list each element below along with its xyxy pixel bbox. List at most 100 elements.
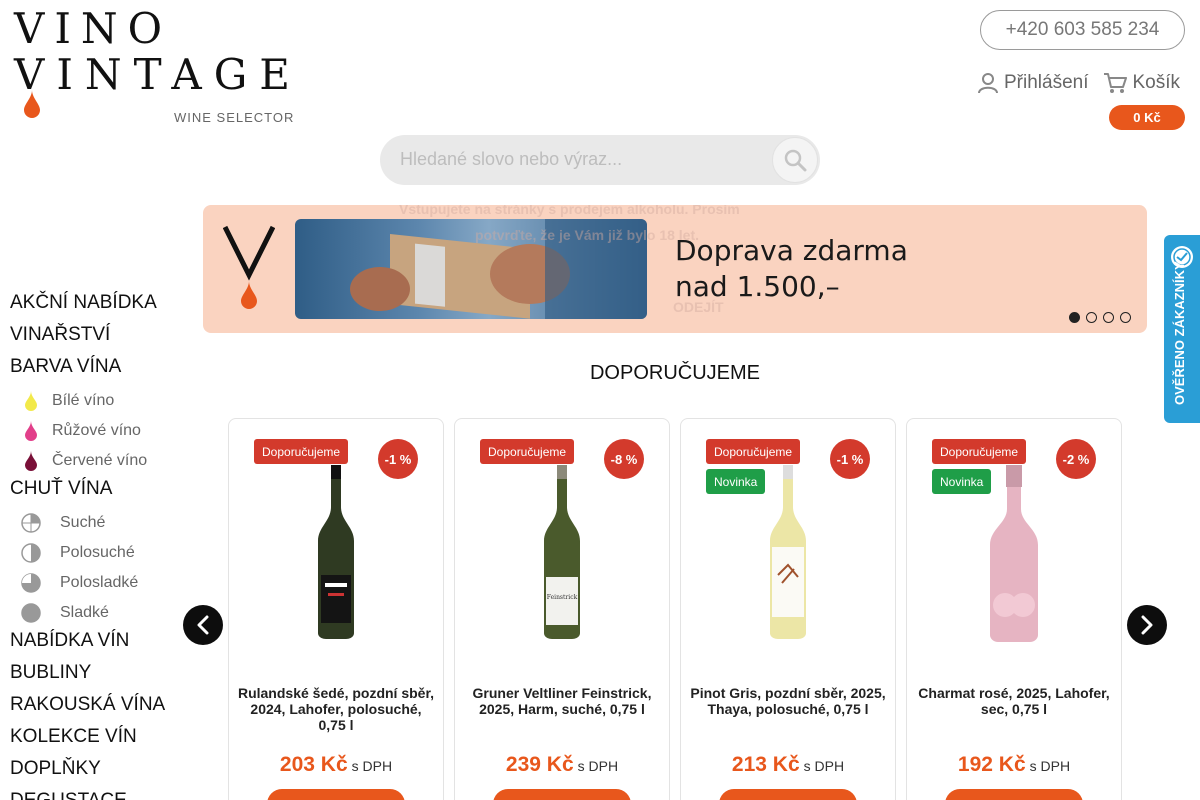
add-to-cart-button[interactable] — [267, 789, 405, 800]
wine-bottle-image[interactable] — [986, 465, 1042, 643]
wine-bottle-image[interactable] — [768, 465, 808, 640]
nav-cervene-vino-label: Červené víno — [52, 452, 148, 469]
phone-number: +420 603 585 234 — [1005, 19, 1160, 40]
banner-logo-icon — [223, 225, 275, 309]
site-logo[interactable]: VINO VINTAGE WINE SELECTOR — [14, 8, 314, 128]
add-to-cart-button[interactable] — [719, 789, 857, 800]
dry-icon — [21, 513, 41, 533]
price-vat: s DPH — [351, 758, 393, 774]
banner-headline: Doprava zdarma nad 1.500,– — [675, 233, 908, 305]
product-price: 192 Kč s DPH — [907, 753, 1121, 777]
nav-bubliny[interactable]: BUBLINY — [10, 660, 190, 692]
carousel-prev-button[interactable] — [183, 605, 223, 645]
age-gate-leave-button[interactable]: ODEJÍT — [673, 299, 724, 315]
banner-dot-3[interactable] — [1103, 312, 1114, 323]
price-vat: s DPH — [1029, 758, 1071, 774]
nav-suche[interactable]: Suché — [10, 508, 190, 538]
semi-dry-icon — [21, 543, 41, 563]
add-to-cart-button[interactable] — [493, 789, 631, 800]
nav-polosuche-label: Polosuché — [60, 544, 135, 561]
banner-dot-2[interactable] — [1086, 312, 1097, 323]
wine-drop-icon — [24, 90, 40, 118]
cart-total: 0 Kč — [1133, 110, 1161, 125]
new-tag: Novinka — [706, 469, 766, 494]
banner-dot-4[interactable] — [1120, 312, 1131, 323]
product-name[interactable]: Gruner Veltliner Feinstrick, 2025, Harm,… — [463, 685, 661, 717]
verified-by-customers-tab[interactable]: OVĚŘENO ZÁKAZNÍKY — [1164, 235, 1200, 423]
price-amount: 239 Kč — [505, 753, 574, 776]
cart-icon — [1103, 73, 1127, 93]
banner-dot-1[interactable] — [1069, 312, 1080, 323]
price-amount: 203 Kč — [279, 753, 348, 776]
nav-rakouska-vina[interactable]: RAKOUSKÁ VÍNA — [10, 692, 190, 724]
nav-nabidka-vin[interactable]: NABÍDKA VÍN — [10, 628, 190, 660]
login-label: Přihlášení — [1004, 72, 1089, 93]
price-vat: s DPH — [803, 758, 845, 774]
age-gate-text-line2: potvrďte, že je Vám již bylo 18 let. — [475, 227, 700, 243]
nav-cervene-vino[interactable]: Červené víno — [10, 446, 190, 476]
rose-wine-drop-icon — [25, 421, 37, 441]
nav-degustace[interactable]: DEGUSTACE — [10, 788, 190, 800]
nav-doplnky[interactable]: DOPLŇKY — [10, 756, 190, 788]
product-card[interactable]: Doporučujeme Novinka -2 % Charmat rosé, … — [906, 418, 1122, 800]
chevron-left-icon — [197, 615, 209, 635]
section-title: DOPORUČUJEME — [589, 362, 760, 384]
nav-ruzove-vino[interactable]: Růžové víno — [10, 416, 190, 446]
cart-label: Košík — [1132, 72, 1181, 93]
recommended-tag: Doporučujeme — [706, 439, 801, 464]
nav-vinarstvi[interactable]: VINAŘSTVÍ — [10, 322, 190, 354]
verified-label: OVĚŘENO ZÁKAZNÍKY — [1172, 261, 1187, 405]
add-to-cart-button[interactable] — [945, 789, 1083, 800]
white-wine-drop-icon — [25, 391, 37, 411]
cart-link[interactable]: Košík — [1103, 72, 1181, 94]
semi-sweet-icon — [21, 573, 41, 593]
product-price: 213 Kč s DPH — [681, 753, 895, 777]
phone-button[interactable]: +420 603 585 234 — [980, 10, 1185, 50]
category-sidebar: AKČNÍ NABÍDKA VINAŘSTVÍ BARVA VÍNA Bílé … — [10, 290, 190, 800]
product-card[interactable]: Doporučujeme -1 % Rulandské šedé, pozdní… — [228, 418, 444, 800]
product-card[interactable]: Doporučujeme -8 % Feinstrick Gruner Velt… — [454, 418, 670, 800]
logo-subtitle: WINE SELECTOR — [174, 110, 295, 125]
red-wine-drop-icon — [25, 451, 37, 471]
recommended-tag: Doporučujeme — [254, 439, 349, 464]
recommended-tag: Doporučujeme — [932, 439, 1027, 464]
login-link[interactable]: Přihlášení — [978, 72, 1089, 94]
age-gate-text-line1: Vstupujete na stránky s prodejem alkohol… — [399, 205, 740, 217]
product-name[interactable]: Rulandské šedé, pozdní sběr, 2024, Lahof… — [237, 685, 435, 733]
wine-bottle-image[interactable]: Feinstrick — [542, 465, 582, 640]
product-price: 239 Kč s DPH — [455, 753, 669, 777]
product-name[interactable]: Pinot Gris, pozdní sběr, 2025, Thaya, po… — [689, 685, 887, 717]
nav-bile-vino[interactable]: Bílé víno — [10, 386, 190, 416]
nav-sladke-label: Sladké — [60, 604, 109, 621]
nav-akcni-nabidka[interactable]: AKČNÍ NABÍDKA — [10, 290, 190, 322]
nav-barva-vina[interactable]: BARVA VÍNA — [10, 354, 190, 386]
discount-badge: -1 % — [378, 439, 418, 479]
cart-total-badge[interactable]: 0 Kč — [1109, 105, 1185, 130]
product-name[interactable]: Charmat rosé, 2025, Lahofer, sec, 0,75 l — [915, 685, 1113, 717]
nav-polosuche[interactable]: Polosuché — [10, 538, 190, 568]
nav-chut-vina[interactable]: CHUŤ VÍNA — [10, 476, 190, 508]
carousel-next-button[interactable] — [1127, 605, 1167, 645]
price-vat: s DPH — [577, 758, 619, 774]
search-button[interactable] — [772, 137, 818, 183]
nav-polosladke[interactable]: Polosladké — [10, 568, 190, 598]
nav-kolekce-vin[interactable]: KOLEKCE VÍN — [10, 724, 190, 756]
recommended-tag: Doporučujeme — [480, 439, 575, 464]
sweet-icon — [21, 603, 41, 623]
nav-ruzove-vino-label: Růžové víno — [52, 422, 141, 439]
promo-banner[interactable]: Vstupujete na stránky s prodejem alkohol… — [203, 205, 1147, 333]
discount-badge: -2 % — [1056, 439, 1096, 479]
discount-badge: -8 % — [604, 439, 644, 479]
logo-text-line2: VINTAGE — [14, 50, 302, 99]
nav-suche-label: Suché — [60, 514, 106, 531]
discount-badge: -1 % — [830, 439, 870, 479]
wine-bottle-image[interactable] — [316, 465, 356, 640]
search-input[interactable]: Hledané slovo nebo výraz... — [400, 149, 622, 170]
nav-polosladke-label: Polosladké — [60, 574, 139, 591]
nav-sladke[interactable]: Sladké — [10, 598, 190, 628]
search-bar[interactable]: Hledané slovo nebo výraz... — [380, 135, 820, 185]
banner-line1: Doprava zdarma — [675, 234, 908, 267]
svg-text:Feinstrick: Feinstrick — [547, 594, 578, 601]
product-price: 203 Kč s DPH — [229, 753, 443, 777]
product-card[interactable]: Doporučujeme Novinka -1 % Pinot Gris, po… — [680, 418, 896, 800]
